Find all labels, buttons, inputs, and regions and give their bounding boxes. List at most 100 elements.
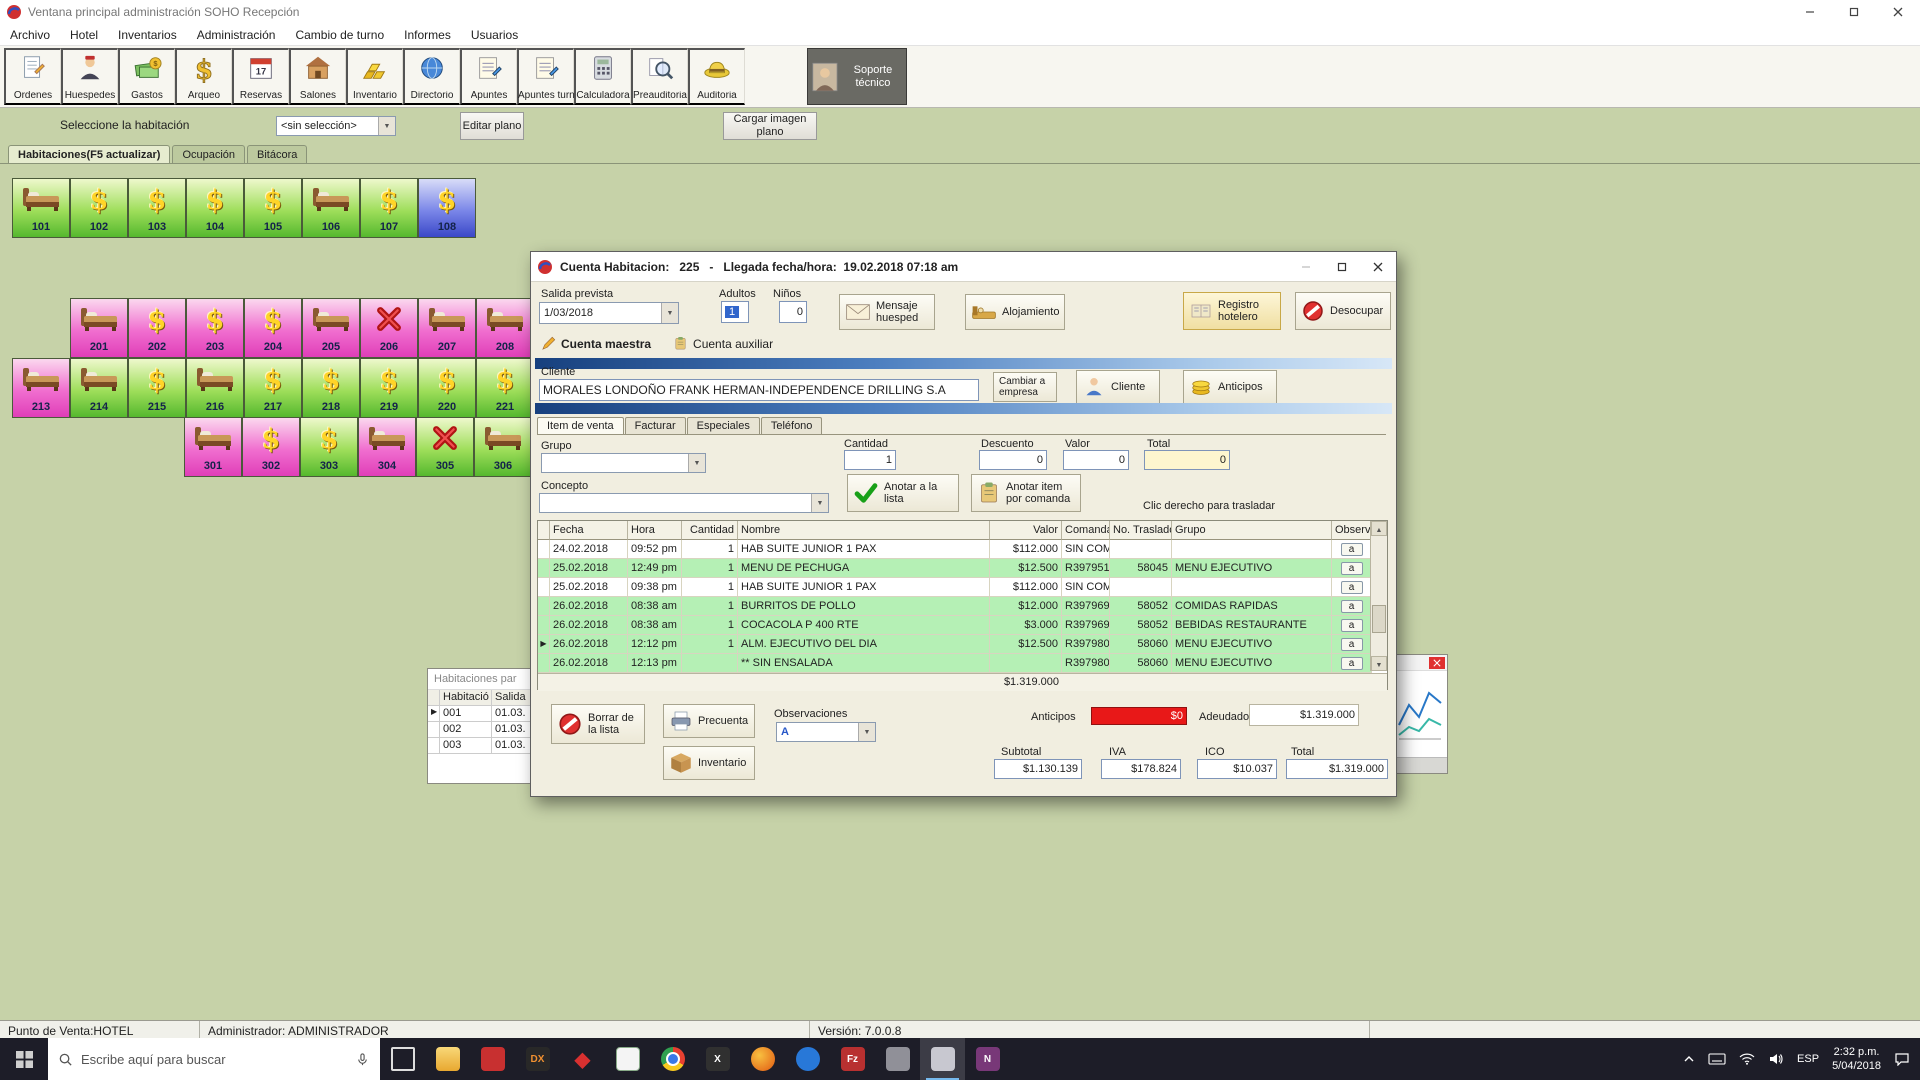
- minimize-button[interactable]: [1288, 252, 1324, 282]
- menu-item[interactable]: Administración: [187, 28, 286, 42]
- menu-item[interactable]: Informes: [394, 28, 461, 42]
- room-cell[interactable]: 208: [476, 298, 534, 358]
- room-cell[interactable]: 303: [300, 417, 358, 477]
- room-cell[interactable]: 104: [186, 178, 244, 238]
- table-row[interactable]: 26.02.2018 08:38 am 1 BURRITOS DE POLLO …: [538, 597, 1387, 616]
- close-button[interactable]: [1429, 657, 1445, 669]
- cliente-button[interactable]: Cliente: [1076, 370, 1160, 404]
- room-cell[interactable]: 105: [244, 178, 302, 238]
- mensaje-huesped-button[interactable]: Mensaje huesped: [839, 294, 935, 330]
- toolbar-button[interactable]: Apuntes: [460, 48, 517, 105]
- account-tab[interactable]: Cuenta auxiliar: [669, 336, 777, 351]
- taskbar-app-icon[interactable]: ◆: [560, 1038, 605, 1080]
- grupo-combo[interactable]: [541, 453, 706, 473]
- anotar-comanda-button[interactable]: Anotar item por comanda: [971, 474, 1081, 512]
- observation-button[interactable]: a: [1340, 637, 1363, 651]
- taskbar-app-icon[interactable]: [380, 1038, 425, 1080]
- column-header[interactable]: Observacion: [1332, 521, 1372, 540]
- table-row[interactable]: ▶ 26.02.2018 12:12 pm 1 ALM. EJECUTIVO D…: [538, 635, 1387, 654]
- anotar-lista-button[interactable]: Anotar a la lista: [847, 474, 959, 512]
- toolbar-button[interactable]: Directorio: [403, 48, 460, 105]
- room-cell[interactable]: 213: [12, 358, 70, 418]
- valor-field[interactable]: 0: [1063, 450, 1129, 470]
- taskbar-app-icon[interactable]: [650, 1038, 695, 1080]
- menu-item[interactable]: Inventarios: [108, 28, 187, 42]
- descuento-field[interactable]: 0: [979, 450, 1047, 470]
- room-cell[interactable]: 204: [244, 298, 302, 358]
- chevron-down-icon[interactable]: [688, 454, 705, 472]
- maximize-button[interactable]: [1832, 0, 1876, 24]
- room-cell[interactable]: 102: [70, 178, 128, 238]
- main-tab[interactable]: Ocupación: [172, 145, 246, 163]
- menu-item[interactable]: Hotel: [60, 28, 108, 42]
- room-cell[interactable]: 201: [70, 298, 128, 358]
- chevron-up-icon[interactable]: [1683, 1055, 1695, 1063]
- room-cell[interactable]: 302: [242, 417, 300, 477]
- taskbar-app-icon[interactable]: [920, 1038, 965, 1080]
- vertical-scrollbar[interactable]: [1370, 521, 1387, 671]
- sale-tab[interactable]: Item de venta: [537, 417, 624, 434]
- taskbar-app-icon[interactable]: [875, 1038, 920, 1080]
- minimize-button[interactable]: [1788, 0, 1832, 24]
- room-cell[interactable]: 206: [360, 298, 418, 358]
- observation-button[interactable]: a: [1340, 580, 1363, 594]
- toolbar-button[interactable]: Salones: [289, 48, 346, 105]
- maximize-button[interactable]: [1324, 252, 1360, 282]
- table-row[interactable]: 24.02.2018 09:52 pm 1 HAB SUITE JUNIOR 1…: [538, 540, 1387, 559]
- desocupar-button[interactable]: Desocupar: [1295, 292, 1391, 330]
- precuenta-button[interactable]: Precuenta: [663, 704, 755, 738]
- chevron-down-icon[interactable]: [858, 723, 875, 741]
- chevron-down-icon[interactable]: [378, 117, 395, 135]
- table-row[interactable]: 26.02.2018 08:38 am 1 COCACOLA P 400 RTE…: [538, 616, 1387, 635]
- column-header[interactable]: Cantidad: [682, 521, 738, 540]
- room-cell[interactable]: 106: [302, 178, 360, 238]
- column-header[interactable]: Nombre: [738, 521, 990, 540]
- menu-item[interactable]: Cambio de turno: [285, 28, 394, 42]
- room-cell[interactable]: 217: [244, 358, 302, 418]
- cantidad-field[interactable]: 1: [844, 450, 896, 470]
- taskbar-app-icon[interactable]: [740, 1038, 785, 1080]
- toolbar-button[interactable]: Arqueo: [175, 48, 232, 105]
- observation-button[interactable]: a: [1340, 561, 1363, 575]
- table-row[interactable]: 25.02.2018 12:49 pm 1 MENU DE PECHUGA $1…: [538, 559, 1387, 578]
- room-cell[interactable]: 214: [70, 358, 128, 418]
- chevron-down-icon[interactable]: [811, 494, 828, 512]
- column-header[interactable]: Grupo: [1172, 521, 1332, 540]
- observation-button[interactable]: a: [1340, 656, 1363, 670]
- room-cell[interactable]: 203: [186, 298, 244, 358]
- background-window-chart[interactable]: [1390, 654, 1448, 774]
- adultos-field[interactable]: 1: [721, 301, 749, 323]
- room-cell[interactable]: 305: [416, 417, 474, 477]
- speaker-icon[interactable]: [1768, 1052, 1784, 1066]
- taskbar-app-icon[interactable]: Fz: [830, 1038, 875, 1080]
- room-cell[interactable]: 216: [186, 358, 244, 418]
- taskbar-app-icon[interactable]: X: [695, 1038, 740, 1080]
- language-indicator[interactable]: ESP: [1797, 1053, 1819, 1065]
- toolbar-button[interactable]: Inventario: [346, 48, 403, 105]
- table-row[interactable]: 26.02.2018 12:13 pm ** SIN ENSALADA R397…: [538, 654, 1387, 673]
- ninos-field[interactable]: 0: [779, 301, 807, 323]
- total-field[interactable]: 0: [1144, 450, 1230, 470]
- search-input[interactable]: [81, 1051, 347, 1067]
- sale-tab[interactable]: Teléfono: [760, 417, 823, 434]
- room-cell[interactable]: 306: [474, 417, 532, 477]
- toolbar-button[interactable]: Auditoria: [688, 48, 745, 105]
- edit-plan-button[interactable]: Editar plano: [460, 112, 524, 140]
- sale-tab[interactable]: Facturar: [624, 417, 686, 434]
- room-cell[interactable]: 205: [302, 298, 360, 358]
- room-cell[interactable]: 107: [360, 178, 418, 238]
- room-cell[interactable]: 220: [418, 358, 476, 418]
- room-select-combo[interactable]: <sin selección>: [276, 116, 396, 136]
- account-tab[interactable]: Cuenta maestra: [537, 336, 655, 351]
- anticipos-button[interactable]: Anticipos: [1183, 370, 1277, 404]
- main-tab[interactable]: Habitaciones(F5 actualizar): [8, 145, 171, 163]
- room-cell[interactable]: 301: [184, 417, 242, 477]
- menu-item[interactable]: Archivo: [0, 28, 60, 42]
- toolbar-button[interactable]: Reservas: [232, 48, 289, 105]
- alojamiento-button[interactable]: Alojamiento: [965, 294, 1065, 330]
- taskbar-app-icon[interactable]: [425, 1038, 470, 1080]
- observation-button[interactable]: a: [1340, 542, 1363, 556]
- column-header[interactable]: Comanda: [1062, 521, 1110, 540]
- keyboard-icon[interactable]: [1708, 1053, 1726, 1065]
- toolbar-button[interactable]: Preauditoria: [631, 48, 688, 105]
